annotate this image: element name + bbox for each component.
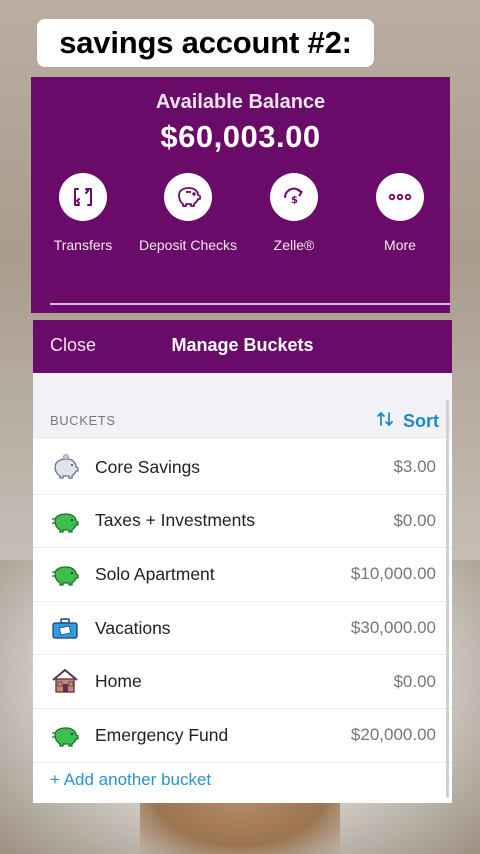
bucket-row-vacations[interactable]: Vacations $30,000.00 <box>33 602 452 656</box>
bucket-row-solo-apartment[interactable]: Solo Apartment $10,000.00 <box>33 548 452 602</box>
bucket-row-home[interactable]: Home $0.00 <box>33 655 452 709</box>
scrollbar[interactable] <box>446 400 449 798</box>
bucket-row-core-savings[interactable]: Core Savings $3.00 <box>33 441 452 495</box>
add-bucket-link[interactable]: + Add another bucket <box>50 770 211 790</box>
green-piggy-icon <box>50 560 80 588</box>
bucket-amount: $0.00 <box>393 671 436 691</box>
suitcase-icon <box>50 614 80 642</box>
bucket-amount: $3.00 <box>393 457 436 477</box>
piggy-bank-icon[interactable] <box>164 173 212 221</box>
more-dots-icon[interactable] <box>376 173 424 221</box>
green-piggy-icon <box>50 721 80 749</box>
sort-arrows-icon <box>376 410 394 433</box>
balance-title: Available Balance <box>155 91 326 113</box>
bucket-name: Core Savings <box>95 456 201 477</box>
bucket-amount: $10,000.00 <box>350 564 436 584</box>
balance-amount: $60,003.00 <box>160 119 321 154</box>
piggy-bank-icon <box>50 453 80 481</box>
zelle-action[interactable]: $ Zelle® <box>239 173 349 253</box>
more-action[interactable]: More <box>345 173 455 253</box>
bucket-amount: $0.00 <box>393 510 436 530</box>
sort-button[interactable]: Sort <box>376 410 439 433</box>
zelle-label: Zelle® <box>273 237 315 253</box>
bucket-name: Home <box>95 671 142 692</box>
deposit-checks-label: Deposit Checks <box>138 237 238 253</box>
bucket-amount: $20,000.00 <box>350 725 436 745</box>
transfers-action[interactable]: Transfers <box>28 173 138 253</box>
deposit-checks-action[interactable]: Deposit Checks <box>133 173 243 253</box>
sort-label: Sort <box>403 411 439 431</box>
bucket-name: Solo Apartment <box>95 563 215 584</box>
zelle-icon[interactable]: $ <box>270 173 318 221</box>
transfer-icon[interactable] <box>59 173 107 221</box>
svg-text:$: $ <box>291 195 298 206</box>
manage-buckets-sheet: Close Manage Buckets BUCKETS Sort Core S… <box>33 320 452 803</box>
house-icon <box>50 667 80 695</box>
bucket-row-taxes-investments[interactable]: Taxes + Investments $0.00 <box>33 495 452 549</box>
buckets-list: Core Savings $3.00 Taxes + Investments $… <box>33 441 452 763</box>
buckets-section-label: BUCKETS <box>50 413 116 428</box>
bucket-row-emergency-fund[interactable]: Emergency Fund $20,000.00 <box>33 709 452 763</box>
card-divider <box>50 303 450 305</box>
transfers-label: Transfers <box>53 237 113 253</box>
quick-actions: Transfers Deposit Checks $ Zelle® More <box>31 173 450 263</box>
sheet-header: Close Manage Buckets <box>33 320 452 373</box>
more-label: More <box>384 237 416 253</box>
bucket-name: Vacations <box>95 617 171 638</box>
account-balance-card: Available Balance $60,003.00 Transfers D… <box>31 77 450 313</box>
bucket-name: Emergency Fund <box>95 724 229 745</box>
bucket-amount: $30,000.00 <box>350 618 436 638</box>
green-piggy-icon <box>50 507 80 535</box>
buckets-section-header: BUCKETS Sort <box>33 373 452 439</box>
sheet-title: Manage Buckets <box>171 335 314 355</box>
bucket-name: Taxes + Investments <box>95 510 256 531</box>
video-caption: savings account #2: <box>37 19 374 67</box>
